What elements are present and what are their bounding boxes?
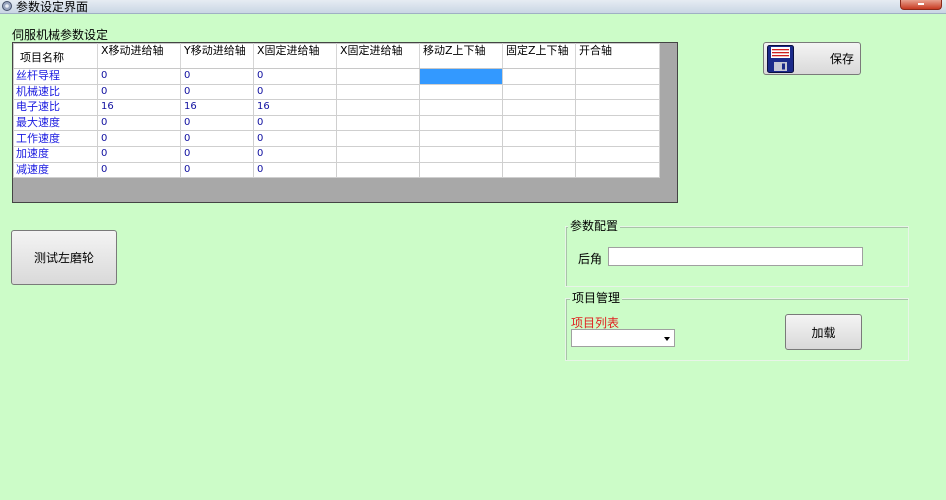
table-cell[interactable]: 0	[253, 114, 337, 132]
table-cell[interactable]: 0	[180, 68, 254, 85]
table-row: 工作速度 0 0 0	[13, 130, 660, 147]
table-cell[interactable]	[575, 161, 660, 179]
row-header[interactable]: 丝杆导程	[13, 68, 98, 85]
table-cell[interactable]: 16	[253, 99, 337, 116]
row-header[interactable]: 减速度	[13, 161, 98, 179]
table-cell[interactable]: 0	[253, 130, 337, 147]
project-mgmt-legend: 项目管理	[570, 289, 623, 306]
table-cell[interactable]: 0	[180, 161, 254, 179]
servo-group-label: 伺服机械参数设定	[12, 28, 109, 42]
table-cell[interactable]: 0	[180, 83, 254, 101]
table-cell[interactable]	[575, 83, 660, 101]
table-cell[interactable]	[502, 99, 576, 116]
table-cell[interactable]: 0	[180, 145, 254, 163]
table-cell[interactable]	[336, 114, 420, 132]
table-cell[interactable]: 0	[97, 68, 181, 85]
app-gear-icon	[2, 1, 12, 11]
column-header[interactable]: X固定进给轴	[336, 43, 420, 69]
table-cell[interactable]	[419, 130, 503, 147]
load-button[interactable]: 加载	[785, 314, 862, 350]
table-cell[interactable]	[336, 161, 420, 179]
table-cell[interactable]: 16	[180, 99, 254, 116]
row-header[interactable]: 电子速比	[13, 99, 98, 116]
servo-params-table: 项目名称 X移动进给轴 Y移动进给轴 X固定进给轴 X固定进给轴 移动Z上下轴 固定Z上下轴…	[13, 43, 660, 179]
table-row: 加速度 0 0 0	[13, 145, 660, 163]
table-cell[interactable]: 0	[180, 130, 254, 147]
column-header[interactable]: 项目名称	[13, 43, 98, 69]
table-cell[interactable]	[502, 145, 576, 163]
table-cell[interactable]	[419, 83, 503, 101]
table-cell[interactable]	[502, 161, 576, 179]
title-bar: 参数设定界面	[0, 0, 946, 14]
table-cell[interactable]	[575, 114, 660, 132]
table-cell[interactable]	[575, 68, 660, 85]
load-button-label: 加载	[811, 325, 836, 340]
row-header[interactable]: 机械速比	[13, 83, 98, 101]
table-cell[interactable]	[419, 68, 503, 85]
table-cell[interactable]	[419, 161, 503, 179]
table-cell[interactable]	[575, 99, 660, 116]
table-cell[interactable]: 0	[180, 114, 254, 132]
table-cell[interactable]: 0	[97, 83, 181, 101]
table-cell[interactable]	[502, 114, 576, 132]
column-header[interactable]: 移动Z上下轴	[419, 43, 503, 69]
table-cell[interactable]: 0	[97, 161, 181, 179]
table-cell[interactable]	[336, 130, 420, 147]
table-cell[interactable]	[419, 114, 503, 132]
table-row: 机械速比 0 0 0	[13, 83, 660, 101]
save-button-label: 保存	[829, 52, 854, 66]
back-angle-label: 后角	[578, 252, 603, 266]
column-header[interactable]: 开合轴	[575, 43, 660, 69]
table-row: 丝杆导程 0 0 0	[13, 68, 660, 85]
table-cell[interactable]	[336, 68, 420, 85]
table-cell[interactable]: 16	[97, 99, 181, 116]
table-cell[interactable]	[502, 68, 576, 85]
column-header[interactable]: Y移动进给轴	[180, 43, 254, 69]
back-angle-input[interactable]	[608, 247, 863, 266]
project-list-select[interactable]	[571, 329, 675, 347]
table-cell[interactable]	[502, 83, 576, 101]
save-button[interactable]: 保存	[763, 42, 861, 75]
table-row: 减速度 0 0 0	[13, 161, 660, 179]
table-cell[interactable]	[502, 130, 576, 147]
table-row: 最大速度 0 0 0	[13, 114, 660, 132]
column-header[interactable]: X移动进给轴	[97, 43, 181, 69]
param-config-legend: 参数配置	[568, 217, 621, 234]
row-header[interactable]: 加速度	[13, 145, 98, 163]
test-left-grinder-label: 测试左磨轮	[33, 251, 94, 265]
column-header[interactable]: 固定Z上下轴	[502, 43, 576, 69]
table-cell[interactable]: 0	[253, 68, 337, 85]
row-header[interactable]: 最大速度	[13, 114, 98, 132]
table-cell[interactable]: 0	[97, 130, 181, 147]
table-row: 电子速比 16 16 16	[13, 99, 660, 116]
row-header[interactable]: 工作速度	[13, 130, 98, 147]
column-header[interactable]: X固定进给轴	[253, 43, 337, 69]
table-cell[interactable]	[336, 145, 420, 163]
table-cell[interactable]	[575, 130, 660, 147]
table-cell[interactable]	[419, 145, 503, 163]
servo-params-grid: 项目名称 X移动进给轴 Y移动进给轴 X固定进给轴 X固定进给轴 移动Z上下轴 固定Z上下轴…	[12, 42, 678, 203]
close-button[interactable]	[900, 0, 942, 10]
table-cell[interactable]	[336, 83, 420, 101]
table-cell[interactable]	[575, 145, 660, 163]
table-cell[interactable]	[336, 99, 420, 116]
table-cell[interactable]: 0	[97, 114, 181, 132]
test-left-grinder-button[interactable]: 测试左磨轮	[11, 230, 117, 285]
chevron-down-icon[interactable]	[664, 337, 670, 341]
table-cell[interactable]	[419, 99, 503, 116]
table-cell[interactable]: 0	[253, 145, 337, 163]
window-title: 参数设定界面	[16, 0, 89, 14]
table-cell[interactable]: 0	[253, 161, 337, 179]
floppy-disk-icon	[767, 45, 794, 73]
table-cell[interactable]: 0	[253, 83, 337, 101]
table-cell[interactable]: 0	[97, 145, 181, 163]
